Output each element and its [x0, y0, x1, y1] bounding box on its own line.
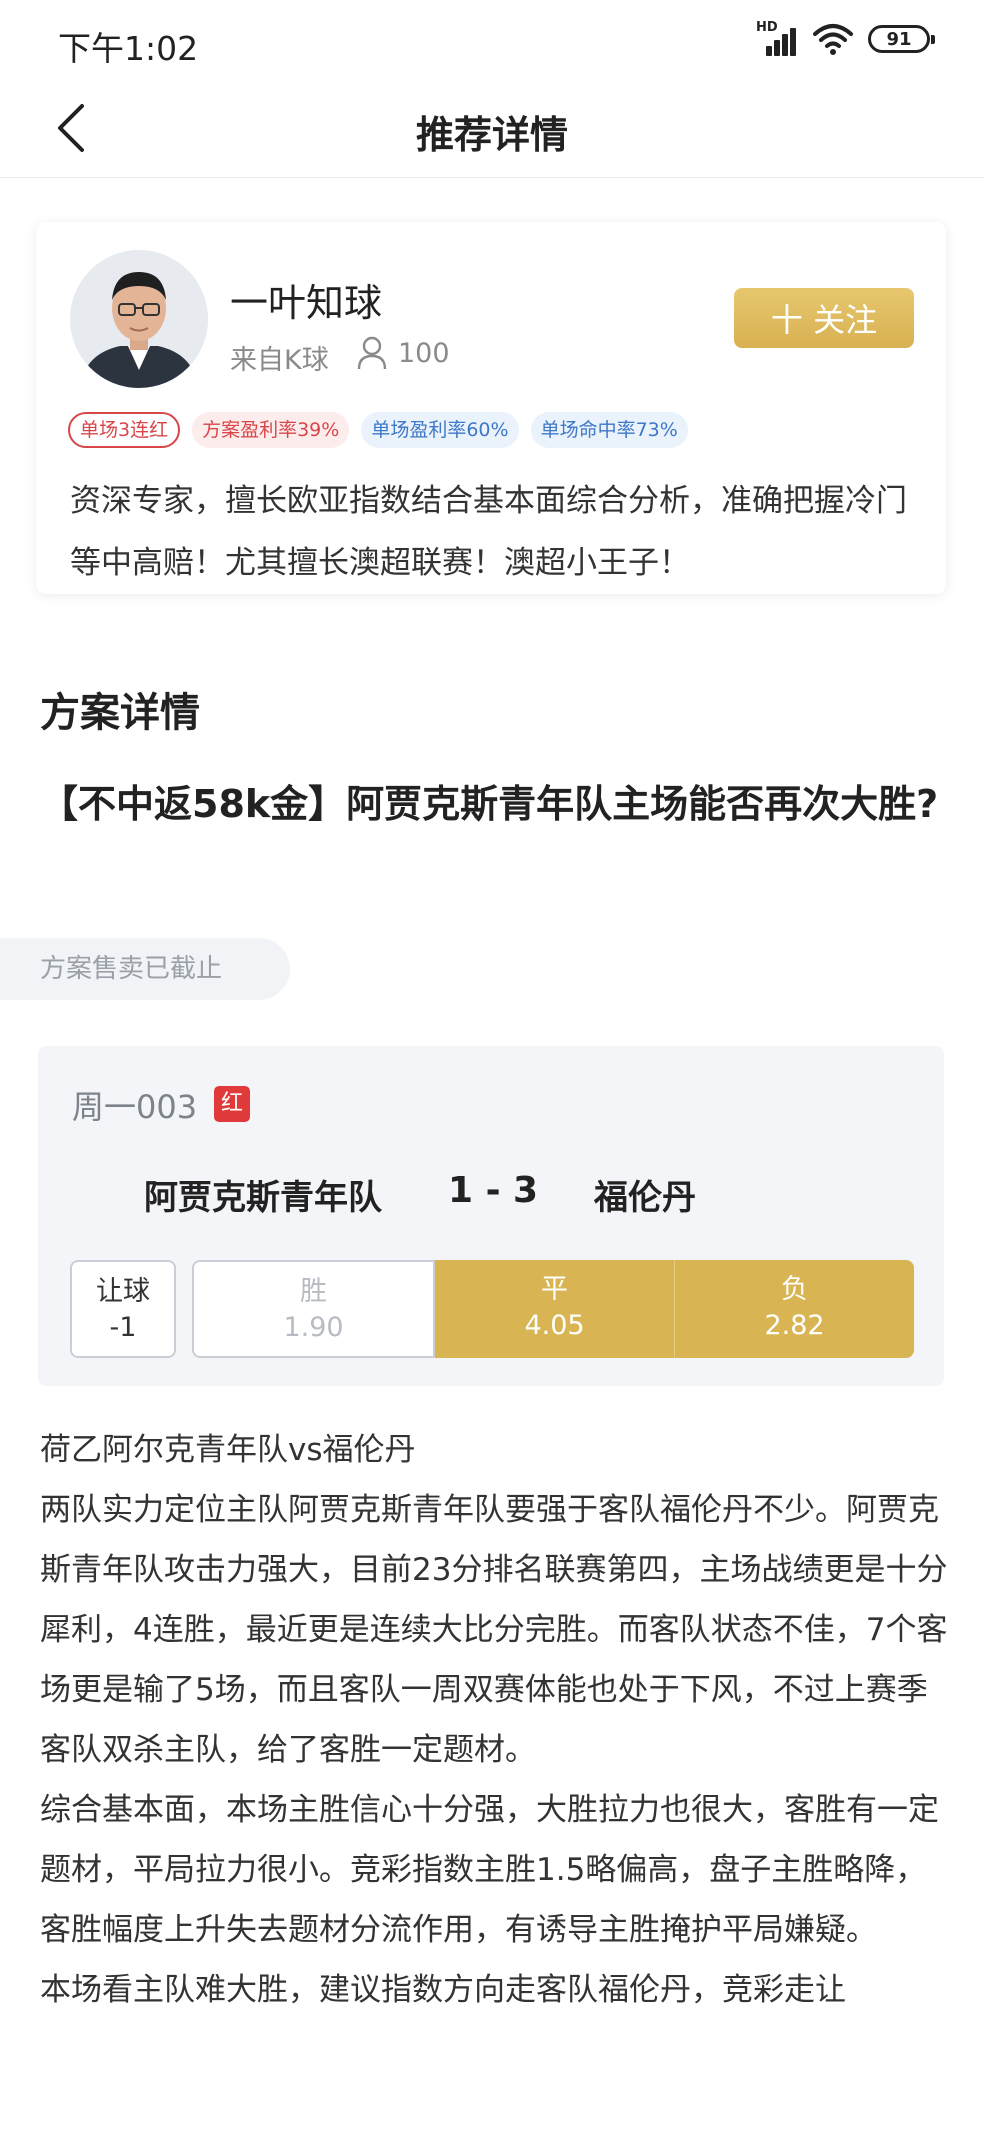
article-paragraph: 两队实力定位主队阿贾克斯青年队要强于客队福伦丹不少。阿贾克斯青年队攻击力强大，目… [40, 1492, 948, 1768]
fans-count: 100 [398, 338, 450, 369]
odd-draw[interactable]: 平 4.05 [435, 1260, 674, 1358]
wifi-icon [813, 24, 853, 55]
signal-hd-label: HD [756, 20, 778, 35]
avatar-portrait-icon [70, 250, 208, 388]
match-score: 1 - 3 [448, 1170, 539, 1211]
odd-label: 负 [781, 1274, 808, 1305]
expert-avatar[interactable] [70, 250, 208, 388]
battery-icon: 91 [868, 25, 935, 53]
status-time: 下午1:02 [58, 29, 199, 68]
article-paragraph: 本场看主队难大胜，建议指数方向走客队福伦丹，竞彩走让 [40, 1972, 846, 2008]
odd-away-win[interactable]: 负 2.82 [674, 1260, 914, 1358]
section-title: 方案详情 [40, 690, 200, 736]
match-number: 周一003 [72, 1088, 198, 1126]
user-icon [357, 336, 387, 370]
match-card: 周一003 红 阿贾克斯青年队 1 - 3 福伦丹 让球 -1 胜 1.90 平… [38, 1046, 944, 1386]
handicap-label: 让球 [96, 1276, 150, 1307]
signal-icon: HD [756, 20, 798, 56]
expert-name[interactable]: 一叶知球 [230, 272, 382, 327]
status-icons: HD 91 [756, 20, 935, 56]
tag-plan-profit: 方案盈利率39% [192, 412, 350, 448]
handicap-box: 让球 -1 [70, 1260, 176, 1358]
expert-tags: 单场3连红 方案盈利率39% 单场盈利率60% 单场命中率73% [68, 412, 688, 448]
odd-value: 2.82 [764, 1310, 825, 1341]
odd-label: 胜 [300, 1276, 327, 1307]
handicap-value: -1 [109, 1312, 137, 1343]
home-team: 阿贾克斯青年队 [144, 1178, 382, 1218]
expert-description: 资深专家，擅长欧亚指数结合基本面综合分析，准确把握冷门等中高赔！尤其擅长澳超联赛… [70, 483, 907, 581]
odd-value: 1.90 [283, 1312, 344, 1343]
article-paragraph: 荷乙阿尔克青年队vs福伦丹 [40, 1432, 416, 1468]
sale-status-badge: 方案售卖已截止 [0, 938, 290, 1000]
odd-value: 4.05 [524, 1310, 585, 1341]
follow-button[interactable]: 十 关注 [734, 288, 914, 348]
away-team: 福伦丹 [594, 1178, 696, 1218]
battery-level: 91 [886, 28, 912, 50]
analysis-article: 荷乙阿尔克青年队vs福伦丹 两队实力定位主队阿贾克斯青年队要强于客队福伦丹不少。… [40, 1420, 950, 2020]
result-badge: 红 [214, 1086, 250, 1122]
page-title: 推荐详情 [415, 113, 568, 157]
article-paragraph: 综合基本面，本场主胜信心十分强，大胜拉力也很大，客胜有一定题材，平局拉力很小。竞… [40, 1792, 939, 1948]
expert-card[interactable]: 一叶知球 来自K球 100 十 关注 单场3连红 方案盈利率39% 单场盈利率6… [36, 222, 946, 594]
odds-row: 胜 1.90 平 4.05 负 2.82 [192, 1260, 914, 1358]
tag-streak: 单场3连红 [68, 412, 181, 448]
tag-hit-rate: 单场命中率73% [530, 412, 688, 448]
tag-single-profit: 单场盈利率60% [361, 412, 519, 448]
page: 下午1:02 HD 91 推荐详情 一叶知球 来自K球 100 十 关注 单场3… [0, 0, 984, 2132]
odd-home-win[interactable]: 胜 1.90 [192, 1260, 435, 1358]
plan-title: 【不中返58k金】阿贾克斯青年队主场能否再次大胜? [40, 782, 939, 826]
expert-source: 来自K球 [230, 345, 329, 376]
status-bar: 下午1:02 HD 91 [0, 0, 984, 80]
nav-bar: 推荐详情 [0, 80, 984, 178]
odd-label: 平 [541, 1274, 568, 1305]
